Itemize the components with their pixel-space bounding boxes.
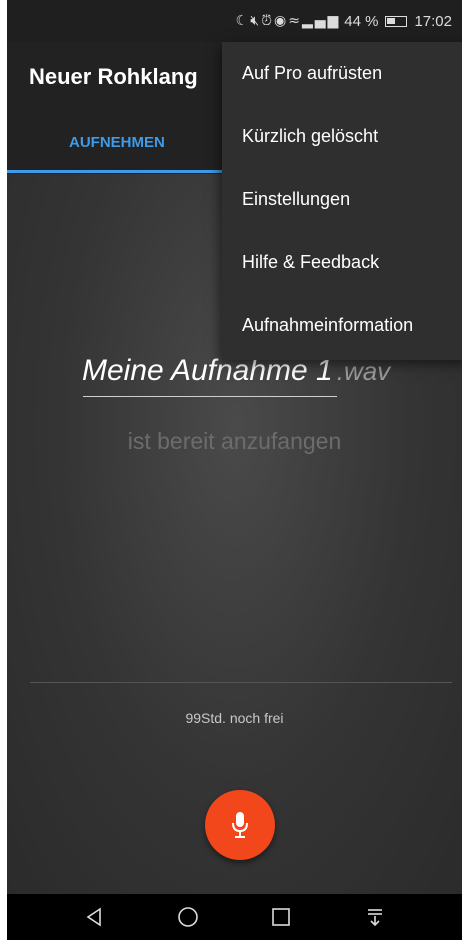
battery-percent: 44 % <box>344 12 379 30</box>
filename-underline <box>83 396 337 397</box>
menu-item-recently-deleted[interactable]: Kürzlich gelöscht <box>222 105 462 168</box>
signal-icon: ▂▄▆ <box>301 13 341 29</box>
battery-icon <box>385 15 408 27</box>
wifi-icon: ≈ <box>288 13 302 29</box>
record-button[interactable] <box>205 790 275 860</box>
recents-icon <box>272 908 291 926</box>
tab-record[interactable]: AUFNEHMEN <box>69 134 165 151</box>
tab-indicator <box>7 170 222 173</box>
navigation-bar <box>7 894 462 940</box>
status-bar: ☾🔇︎⏰︎◉≈▂▄▆ 44 % 17:02 <box>7 0 462 42</box>
menu-item-help-feedback[interactable]: Hilfe & Feedback <box>222 231 462 294</box>
mute-icon: 🔇︎ <box>250 13 262 29</box>
back-icon <box>86 907 101 927</box>
app-title: Neuer Rohklang <box>29 64 198 89</box>
recents-button[interactable] <box>261 897 301 937</box>
back-button[interactable] <box>74 897 114 937</box>
moon-icon: ☾ <box>235 13 251 29</box>
clock: 17:02 <box>414 12 452 30</box>
home-button[interactable] <box>168 897 208 937</box>
microphone-icon <box>232 812 248 838</box>
ready-status: ist bereit anzufangen <box>127 428 342 454</box>
home-icon <box>177 907 198 927</box>
eye-comfort-icon: ◉ <box>273 13 289 29</box>
divider <box>30 682 452 683</box>
notification-pull-button[interactable] <box>355 897 395 937</box>
overflow-menu: Auf Pro aufrüsten Kürzlich gelöscht Eins… <box>222 42 462 360</box>
menu-item-settings[interactable]: Einstellungen <box>222 168 462 231</box>
file-extension: .wav <box>336 356 391 386</box>
menu-item-upgrade-pro[interactable]: Auf Pro aufrüsten <box>222 42 462 105</box>
free-space-label: 99Std. noch frei <box>185 710 284 726</box>
status-icons: ☾🔇︎⏰︎◉≈▂▄▆ <box>236 13 341 29</box>
phone-screen: ☾🔇︎⏰︎◉≈▂▄▆ 44 % 17:02 Neuer Rohklang AUF… <box>7 0 462 940</box>
alarm-icon: ⏰︎ <box>261 13 274 29</box>
menu-item-recording-info[interactable]: Aufnahmeinformation <box>222 294 462 357</box>
notification-pull-icon <box>368 909 383 927</box>
